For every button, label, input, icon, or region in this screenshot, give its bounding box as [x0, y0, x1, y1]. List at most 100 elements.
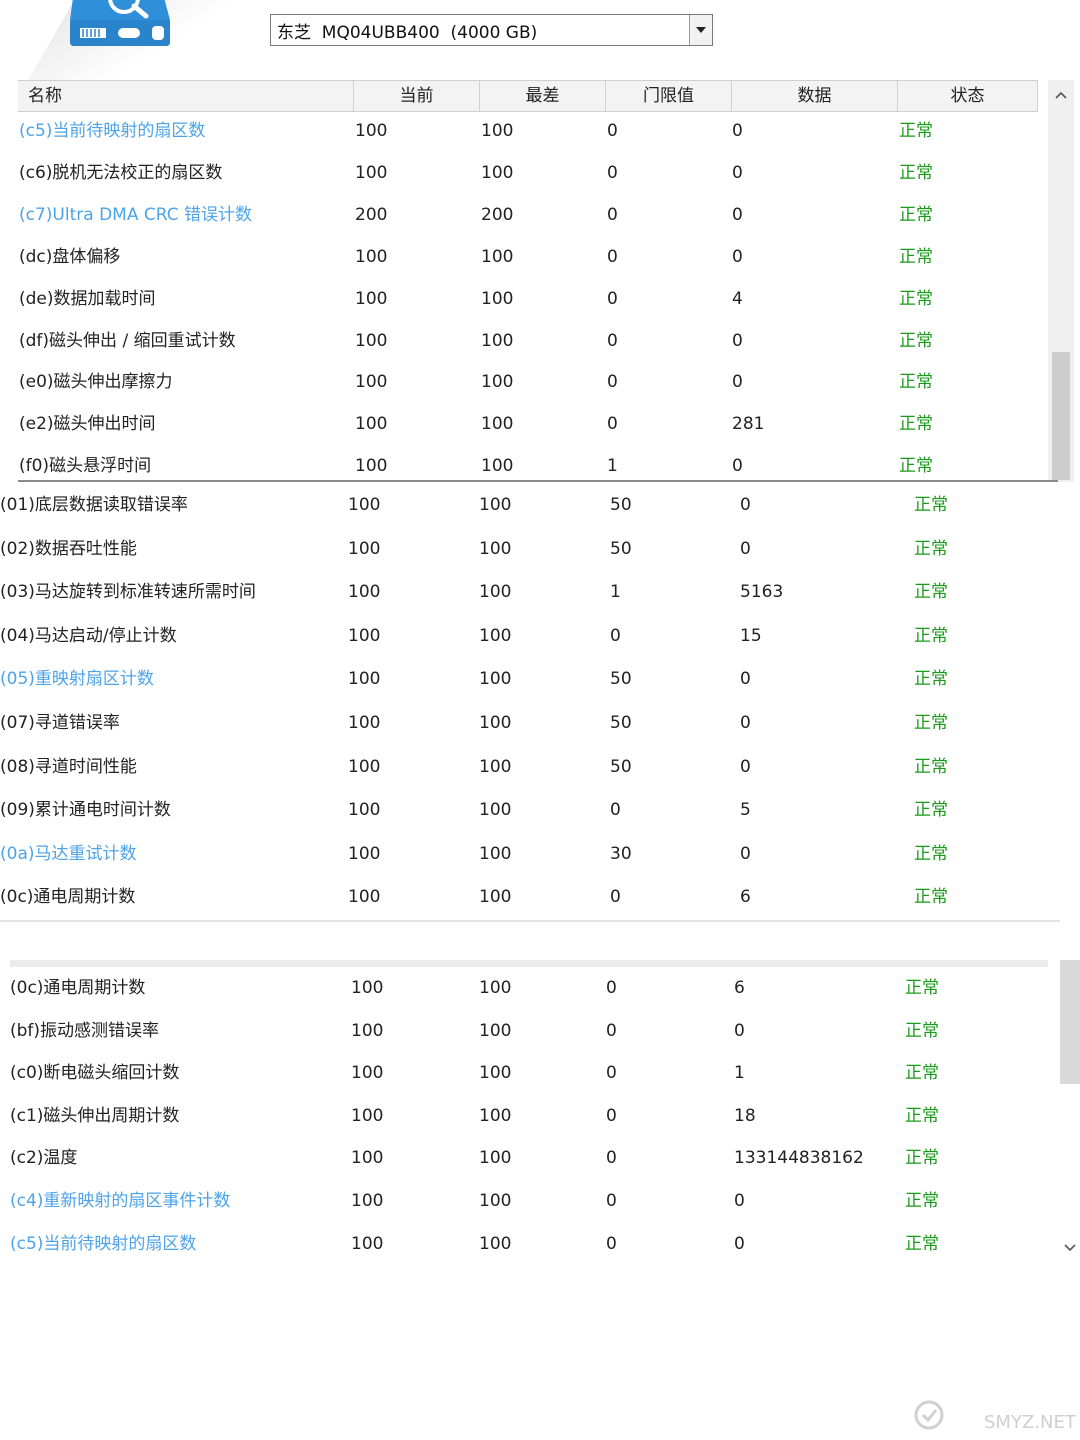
table-row[interactable]: (df)磁头伸出 / 缩回重试计数 100 100 0 0 正常 [18, 326, 1038, 356]
table-row[interactable]: (03)马达旋转到标准转速所需时间 100 100 1 5163 正常 [0, 577, 1060, 607]
table-row[interactable]: (04)马达启动/停止计数 100 100 0 15 正常 [0, 621, 1060, 651]
table-row[interactable]: (dc)盘体偏移 100 100 0 0 正常 [18, 242, 1038, 272]
cell-status: 正常 [914, 538, 948, 559]
column-header-worst[interactable]: 最差 [480, 81, 606, 111]
watermark-logo-icon [914, 1400, 944, 1430]
cell-status: 正常 [899, 288, 933, 309]
table-row[interactable]: (c1)磁头伸出周期计数 100 100 0 18 正常 [0, 1101, 1050, 1131]
cell-data: 6 [734, 978, 745, 998]
cell-name: (c1)磁头伸出周期计数 [10, 1105, 180, 1126]
cell-status: 正常 [899, 121, 933, 141]
dropdown-button[interactable] [689, 15, 712, 45]
table-row[interactable]: (05)重映射扇区计数 100 100 50 0 正常 [0, 664, 1060, 694]
cell-name: (0c)通电周期计数 [10, 978, 146, 998]
cell-threshold: 0 [606, 1148, 617, 1169]
table-row[interactable]: (f0)磁头悬浮时间 100 100 1 0 正常 [18, 451, 1038, 481]
table-row[interactable]: (c0)断电磁头缩回计数 100 100 0 1 正常 [0, 1058, 1050, 1088]
table-row[interactable]: (c4)重新映射的扇区事件计数 100 100 0 0 正常 [0, 1186, 1050, 1216]
table-row[interactable]: (de)数据加载时间 100 100 0 4 正常 [18, 284, 1038, 314]
cell-name: (07)寻道错误率 [0, 713, 120, 733]
cell-name: (0a)马达重试计数 [0, 843, 137, 864]
scroll-up-button[interactable] [1048, 80, 1074, 110]
hard-disk-search-icon [70, 0, 170, 46]
cell-data: 0 [734, 1233, 745, 1254]
table-row[interactable]: (0c)通电周期计数 100 100 0 6 正常 [0, 882, 1060, 912]
table-row[interactable]: (09)累计通电时间计数 100 100 0 5 正常 [0, 795, 1060, 825]
table-row[interactable]: (08)寻道时间性能 100 100 50 0 正常 [0, 752, 1060, 782]
cell-current: 200 [355, 204, 388, 225]
cell-name: (dc)盘体偏移 [19, 246, 121, 267]
table-row[interactable]: (0c)通电周期计数 100 100 0 6 正常 [0, 973, 1050, 1003]
cell-data: 0 [740, 756, 751, 777]
cell-name: (04)马达启动/停止计数 [0, 625, 177, 646]
table-row[interactable]: (c5)当前待映射的扇区数 100 100 0 0 正常 [0, 1229, 1050, 1259]
cell-worst: 100 [479, 978, 512, 998]
cell-data: 0 [732, 246, 743, 267]
drive-select[interactable]: 东芝 MQ04UBB400 (4000 GB) [270, 14, 713, 46]
cell-current: 100 [348, 582, 381, 603]
cell-worst: 100 [479, 1233, 512, 1254]
scroll-down-button[interactable] [1060, 1236, 1080, 1260]
table-row[interactable]: (e2)磁头伸出时间 100 100 0 281 正常 [18, 409, 1038, 439]
cell-current: 100 [355, 246, 388, 267]
vertical-scrollbar-bottom[interactable] [1060, 960, 1080, 1260]
cell-threshold: 0 [606, 978, 617, 998]
cell-data: 281 [732, 414, 765, 435]
cell-worst: 100 [481, 372, 514, 393]
cell-data: 5163 [740, 582, 784, 603]
table-row[interactable]: (c7)Ultra DMA CRC 错误计数 200 200 0 0 正常 [18, 200, 1038, 230]
cell-threshold: 0 [610, 800, 621, 821]
cell-name: (df)磁头伸出 / 缩回重试计数 [19, 330, 236, 351]
cell-worst: 100 [479, 495, 512, 515]
logo-area [0, 0, 240, 80]
column-header-threshold[interactable]: 门限值 [606, 81, 732, 111]
cell-data: 0 [732, 456, 743, 477]
smart-table-top: 名称 当前 最差 门限值 数据 状态 (c5)当前待映射的扇区数 100 100 0 0… [18, 80, 1074, 482]
column-header-current[interactable]: 当前 [354, 81, 480, 111]
cell-worst: 100 [479, 625, 512, 646]
table-row[interactable]: (c5)当前待映射的扇区数 100 100 0 0 正常 [18, 116, 1038, 146]
table-row[interactable]: (bf)振动感测错误率 100 100 0 0 正常 [0, 1016, 1050, 1046]
cell-threshold: 0 [607, 330, 618, 351]
table-row[interactable]: (c6)脱机无法校正的扇区数 100 100 0 0 正常 [18, 158, 1038, 188]
table-row[interactable]: (07)寻道错误率 100 100 50 0 正常 [0, 708, 1060, 738]
cell-worst: 100 [479, 1105, 512, 1126]
cell-threshold: 50 [610, 495, 632, 515]
table-row[interactable]: (e0)磁头伸出摩擦力 100 100 0 0 正常 [18, 367, 1038, 397]
cell-threshold: 0 [610, 625, 621, 646]
drive-select-value: 东芝 MQ04UBB400 (4000 GB) [277, 22, 538, 43]
cell-worst: 100 [479, 669, 512, 690]
table-row[interactable]: (01)底层数据读取错误率 100 100 50 0 正常 [0, 490, 1060, 520]
vertical-scrollbar-top[interactable] [1048, 80, 1074, 482]
cell-data: 6 [740, 887, 751, 908]
chevron-down-icon [1064, 1244, 1076, 1252]
cell-status: 正常 [899, 414, 933, 435]
cell-threshold: 0 [606, 1020, 617, 1041]
table-header: 名称 当前 最差 门限值 数据 状态 [18, 80, 1038, 112]
cell-current: 100 [348, 887, 381, 908]
cell-status: 正常 [914, 582, 948, 603]
table-row[interactable]: (c2)温度 100 100 0 133144838162 正常 [0, 1143, 1050, 1173]
watermark: SMYZ.NET [912, 1398, 1076, 1434]
cell-threshold: 0 [607, 372, 618, 393]
scrollbar-thumb-bottom[interactable] [1060, 960, 1080, 1084]
cell-worst: 200 [481, 204, 514, 225]
cell-worst: 100 [479, 843, 512, 864]
cell-threshold: 0 [606, 1233, 617, 1254]
cell-status: 正常 [899, 162, 933, 183]
scrollbar-thumb[interactable] [1052, 352, 1070, 480]
cell-status: 正常 [899, 372, 933, 393]
cell-threshold: 0 [606, 1191, 617, 1211]
cell-threshold: 50 [610, 538, 632, 559]
table-row[interactable]: (0a)马达重试计数 100 100 30 0 正常 [0, 839, 1060, 869]
watermark-text: SMYZ.NET [984, 1412, 1076, 1433]
triangle-down-icon [696, 27, 706, 33]
cell-name: (f0)磁头悬浮时间 [19, 456, 152, 477]
column-header-data[interactable]: 数据 [732, 81, 898, 111]
table-row[interactable]: (02)数据吞吐性能 100 100 50 0 正常 [0, 534, 1060, 564]
cell-current: 100 [348, 843, 381, 864]
cell-worst: 100 [481, 288, 514, 309]
cell-data: 0 [734, 1191, 745, 1211]
column-header-name[interactable]: 名称 [18, 81, 354, 111]
column-header-status[interactable]: 状态 [898, 81, 1038, 111]
